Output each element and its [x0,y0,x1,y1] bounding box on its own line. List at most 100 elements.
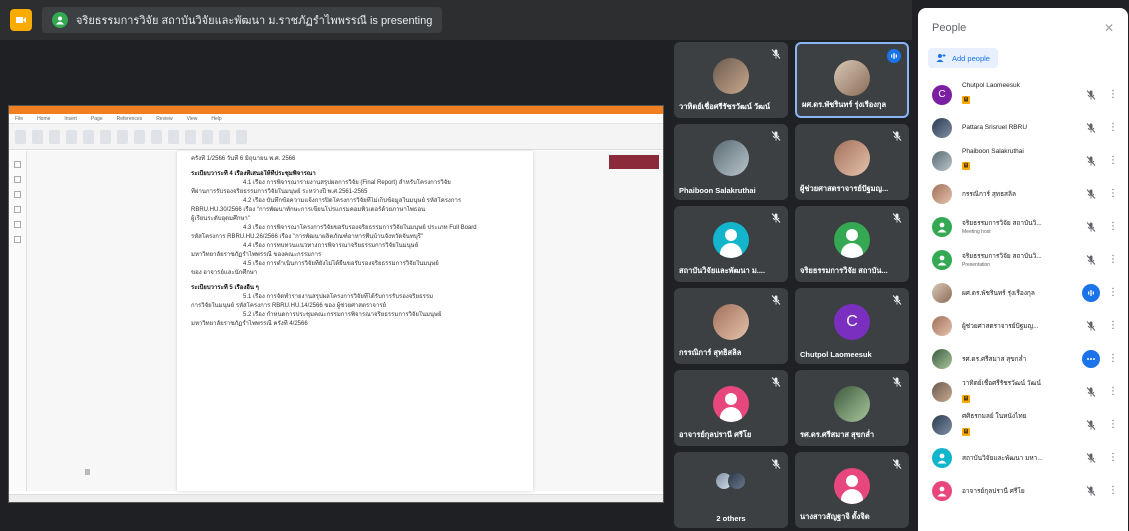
ribbon-button[interactable] [202,129,213,144]
ribbon-button[interactable] [219,129,230,144]
ribbon-button[interactable] [66,129,77,144]
ribbon-button[interactable] [15,129,26,144]
document-menu-item[interactable]: View [187,116,198,122]
more-options-icon[interactable]: ⋮ [1108,419,1118,430]
ribbon-button[interactable] [168,129,179,144]
more-options-icon[interactable]: ⋮ [1108,320,1118,331]
presenting-chip[interactable]: จริยธรรมการวิจัย สถาบันวิจัยและพัฒนา ม.ร… [42,7,443,33]
mic-off-icon[interactable] [1082,218,1100,236]
participant-tile[interactable]: จริยธรรมการวิจัย สถาบัน... [795,206,909,282]
participant-tile[interactable]: สถาบันวิจัยและพัฒนา ม.... [674,206,788,282]
participant-tile[interactable]: Phaiboon Salakruthai [674,124,788,200]
participant-tile[interactable]: C Chutpol Laomeesuk [795,288,909,364]
participant-avatar: C [834,304,870,340]
more-options-icon[interactable]: ⋮ [1108,386,1118,397]
participant-tile[interactable]: นางสาวสัญฐาจิ ตั้งจิต [795,452,909,528]
mic-off-icon[interactable] [1082,251,1100,269]
participant-avatar [834,222,870,258]
participant-tile[interactable]: อาจารย์กุลปรานี ศรีโย [674,370,788,446]
ribbon-button[interactable] [185,129,196,144]
more-options-icon[interactable]: ⋮ [1108,122,1118,133]
document-titlebar [9,106,663,114]
person-avatar: C [932,84,952,105]
document-menu-item[interactable]: Insert [64,116,77,122]
more-options-icon[interactable]: ⋮ [1108,452,1118,463]
more-options-icon[interactable]: ⋮ [1108,254,1118,265]
participant-tile[interactable]: รศ.ดร.ศรีสมาส สุขกล่ำ [795,370,909,446]
presentation-stage[interactable]: File Home Insert Page References Review View He… [0,40,672,531]
people-list-item[interactable]: วาทิตย์เชื่อศรีรัชรวัฒน์ วัฒน์ ⋮ [918,375,1128,408]
participant-name: นางสาวสัญฐาจิ ตั้งจิต [800,512,870,521]
participant-tile[interactable]: ผศ.ดร.พัชรินทร์ รุ่งเรืองกุล [795,42,909,118]
document-body: ครั้งที่ 1/2566 วันที่ 6 มิถุนายน พ.ศ. 2… [9,151,663,491]
mic-off-icon[interactable] [1082,152,1100,170]
mic-off-icon[interactable] [1082,119,1100,137]
document-menu-item[interactable]: Home [37,116,50,122]
mic-off-icon[interactable] [1082,416,1100,434]
more-options-icon[interactable]: ⋮ [1108,155,1118,166]
ribbon-button[interactable] [83,129,94,144]
person-info: ผศ.ดร.พัชรินทร์ รุ่งเรืองกุล [962,288,1082,298]
document-menu-item[interactable]: File [15,116,23,122]
person-info: จริยธรรมการวิจัย สถาบันวิ... Presentation [962,251,1082,268]
add-people-button[interactable]: Add people [928,48,998,68]
person-name: สถาบันวิจัยและพัฒนา มหา... [962,454,1043,462]
mic-off-icon[interactable] [1082,383,1100,401]
ribbon-button[interactable] [32,129,43,144]
people-list-item[interactable]: รศ.ดร.ศรีสมาส สุขกล่ำ ⋮ [918,342,1128,375]
mic-off-icon[interactable] [1082,482,1100,500]
meet-logo-icon [10,9,32,31]
participant-tile[interactable]: วาทิตย์เชื่อศรีรัชรวัฒน์ วัฒน์ [674,42,788,118]
people-list-item[interactable]: ผศ.ดร.พัชรินทร์ รุ่งเรืองกุล ⋮ [918,276,1128,309]
more-options-icon[interactable]: ⋮ [1108,485,1118,496]
ribbon-button[interactable] [100,129,111,144]
people-list-item[interactable]: สถาบันวิจัยและพัฒนา มหา... ⋮ [918,441,1128,474]
mic-off-icon[interactable] [1082,185,1100,203]
mic-off-icon[interactable] [1082,449,1100,467]
more-options-icon[interactable]: ⋮ [1108,89,1118,100]
mic-off-icon [891,457,903,469]
speaking-indicator-icon[interactable] [1082,283,1100,302]
ribbon-button[interactable] [134,129,145,144]
more-options-icon[interactable]: ⋮ [1108,353,1118,364]
people-list-item[interactable]: จริยธรรมการวิจัย สถาบันวิ... Meeting host… [918,210,1128,243]
people-list-item[interactable]: จริยธรรมการวิจัย สถาบันวิ... Presentation… [918,243,1128,276]
raised-hand-icon [962,96,970,104]
people-list-item[interactable]: ศศิธรกมลย์ ในหนังไทย ⋮ [918,408,1128,441]
participant-name: Phaiboon Salakruthai [679,186,756,195]
people-list-item[interactable]: อาจารย์กุลปรานี ศรีโย ⋮ [918,474,1128,507]
person-avatar [932,216,952,237]
document-menu-item[interactable]: Review [156,116,172,122]
more-options-icon[interactable]: ⋮ [1108,188,1118,199]
mic-off-icon[interactable] [1082,86,1100,104]
people-panel-title: People [932,22,967,34]
document-line: 4.2 เรื่อง บันทึกข้อความแจ้งการปิดโครงกา… [243,198,462,204]
more-options-icon[interactable]: ⋮ [1108,287,1118,298]
shared-document-window[interactable]: File Home Insert Page References Review View He… [8,105,664,503]
participant-name: กรรณิการ์ สุทธิสลิล [679,348,742,357]
audio-level-icon[interactable] [1082,349,1100,368]
people-list-item[interactable]: กรรณิการ์ สุทธสลิล ⋮ [918,177,1128,210]
people-list-item[interactable]: C Chutpol Laomeesuk ⋮ [918,78,1128,111]
people-list-item[interactable]: ผู้ช่วยศาสตราจารย์ปัฐมญ... ⋮ [918,309,1128,342]
people-list-item[interactable]: Pattara Srisruel RBRU ⋮ [918,111,1128,144]
ribbon-button[interactable] [236,129,247,144]
document-menu-item[interactable]: Help [211,116,221,122]
ribbon-button[interactable] [151,129,162,144]
participant-tile[interactable]: ผู้ช่วยศาสตราจารย์ปัฐมญ... [795,124,909,200]
ribbon-button[interactable] [117,129,128,144]
participant-avatar [713,386,749,422]
participant-tile[interactable]: 2 others [674,452,788,528]
document-menu-item[interactable]: Page [91,116,103,122]
participant-tile[interactable]: กรรณิการ์ สุทธิสลิล [674,288,788,364]
participant-name: จริยธรรมการวิจัย สถาบัน... [800,266,888,275]
close-icon[interactable]: ✕ [1104,21,1114,35]
participant-avatar [713,58,749,94]
document-menu-item[interactable]: References [117,116,143,122]
person-avatar [932,282,952,303]
more-options-icon[interactable]: ⋮ [1108,221,1118,232]
document-line: รหัสโครงการ RBRU.HU.26/2566 เรื่อง "การพ… [191,234,423,240]
people-list-item[interactable]: Phaiboon Salakruthai ⋮ [918,144,1128,177]
mic-off-icon[interactable] [1082,317,1100,335]
ribbon-button[interactable] [49,129,60,144]
